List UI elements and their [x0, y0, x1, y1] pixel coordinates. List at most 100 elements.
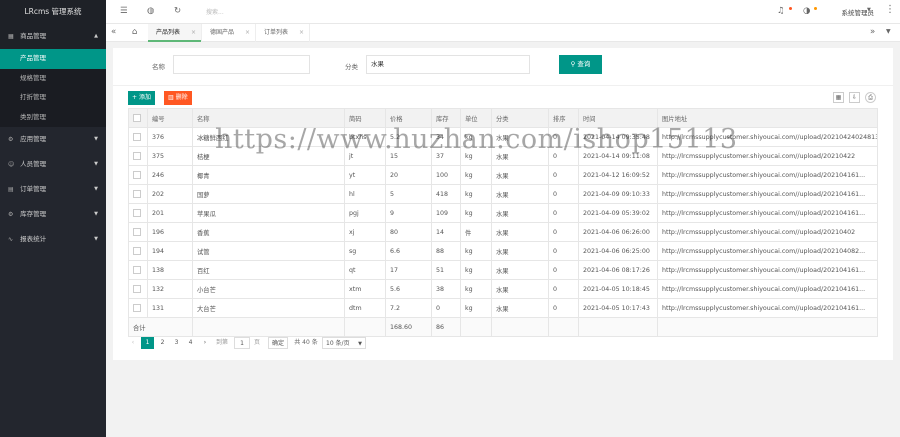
row-select-cell[interactable] [128, 241, 148, 261]
sidebar-item-product-manage[interactable]: 产品管理 [0, 49, 106, 69]
cell-image-url: http://lrcmssupplycustomer.shiyoucai.com… [657, 146, 878, 166]
more-icon[interactable]: ⋮ [885, 4, 895, 15]
close-icon[interactable]: × [245, 24, 250, 42]
row-select-cell[interactable] [128, 184, 148, 204]
checkbox[interactable] [133, 209, 141, 217]
sidebar-group-products[interactable]: ▦ 商品管理 ▲ [0, 24, 106, 49]
sidebar-group-reports[interactable]: ∿ 报表统计 ▼ [0, 227, 106, 252]
sidebar-item-spec-manage[interactable]: 规格管理 [0, 69, 106, 89]
row-select-cell[interactable] [128, 298, 148, 318]
close-icon[interactable]: × [191, 24, 196, 42]
page-3[interactable]: 3 [170, 337, 183, 349]
column-header[interactable]: 图片地址 [657, 108, 878, 128]
cell-stock: 14 [431, 222, 461, 242]
next-page-icon[interactable]: › [200, 337, 210, 349]
table-row[interactable]: 202 国萝 hl 5 418 kg 水果 0 2021-04-09 09:10:33 http:… [128, 184, 878, 204]
column-header[interactable]: 分类 [491, 108, 549, 128]
table-row[interactable]: 138 百红 qt 17 51 kg 水果 0 2021-04-06 08:17:26 http:… [128, 260, 878, 280]
select-all-cell[interactable] [128, 108, 148, 128]
refresh-icon[interactable]: ↻ [174, 6, 181, 16]
cell-code: sg [344, 241, 386, 261]
page-2[interactable]: 2 [156, 337, 169, 349]
row-select-cell[interactable] [128, 260, 148, 280]
delete-button[interactable]: ▥ 删除 [164, 91, 192, 105]
sidebar-group-users[interactable]: ☺ 人员管理 ▼ [0, 152, 106, 177]
table-row[interactable]: 246 椰青 yt 20 100 kg 水果 0 2021-04-12 16:09:52 http… [128, 165, 878, 185]
search-input[interactable]: 搜索... [206, 7, 224, 16]
table-row[interactable]: 196 香蕉 xj 80 14 件水果 0 2021-04-06 06:26:00 http:/… [128, 222, 878, 242]
chevron-up-icon: ▲ [94, 33, 98, 39]
caret-down-icon[interactable]: ▼ [867, 7, 871, 13]
export-icon[interactable]: ⇩ [849, 92, 860, 103]
tab-order-list[interactable]: 订单列表 × [256, 24, 310, 42]
page-1[interactable]: 1 [141, 337, 154, 349]
sidebar-item-category-manage[interactable]: 类别管理 [0, 108, 106, 128]
column-header[interactable]: 编号 [147, 108, 193, 128]
sidebar-item-discount-manage[interactable]: 打折管理 [0, 88, 106, 108]
column-header[interactable]: 单位 [460, 108, 492, 128]
close-icon[interactable]: × [299, 24, 304, 42]
scroll-right-icon[interactable]: » [870, 27, 875, 37]
cell-id: 194 [147, 241, 193, 261]
delete-button-label: 删除 [175, 94, 188, 101]
goto-input[interactable]: 1 [234, 337, 250, 349]
checkbox[interactable] [133, 152, 141, 160]
row-select-cell[interactable] [128, 127, 148, 147]
checkbox[interactable] [133, 133, 141, 141]
table-row[interactable]: 375 桔梗 jt 15 37 kg 水果 0 2021-04-14 09:11:08 http:… [128, 146, 878, 166]
category-input[interactable]: 水果 [366, 55, 530, 74]
checkbox[interactable] [133, 114, 141, 122]
cell-category: 水果 [491, 165, 549, 185]
row-select-cell[interactable] [128, 165, 148, 185]
name-input[interactable] [173, 55, 310, 74]
column-header[interactable]: 库存 [431, 108, 461, 128]
columns-icon[interactable]: ▦ [833, 92, 844, 103]
prev-page-icon[interactable]: ‹ [128, 337, 138, 349]
table-row[interactable]: 131 大台芒 dtm 7.2 0 kg 水果 0 2021-04-05 10:17:43 htt… [128, 298, 878, 318]
cell-unit: kg [460, 127, 492, 147]
goto-confirm-button[interactable]: 确定 [268, 337, 288, 349]
checkbox[interactable] [133, 304, 141, 312]
checkbox[interactable] [133, 247, 141, 255]
search-button[interactable]: ⚲ 查询 [559, 55, 602, 74]
bell-icon[interactable]: ♫ [777, 6, 785, 16]
column-header[interactable]: 简码 [344, 108, 386, 128]
checkbox[interactable] [133, 266, 141, 274]
add-button[interactable]: + 添加 [128, 91, 155, 105]
sidebar-group-stock[interactable]: ⚙ 库存管理 ▼ [0, 202, 106, 227]
tabs-menu-icon[interactable]: ▼ [886, 28, 891, 35]
row-select-cell[interactable] [128, 146, 148, 166]
checkbox[interactable] [133, 190, 141, 198]
theme-icon[interactable]: ◑ [803, 6, 810, 16]
sidebar: LRcms 管理系统 ▦ 商品管理 ▲ 产品管理 规格管理 打折管理 类别管理 … [0, 0, 106, 437]
column-header[interactable]: 价格 [385, 108, 432, 128]
row-select-cell[interactable] [128, 203, 148, 223]
scroll-left-icon[interactable]: « [111, 27, 116, 37]
column-header[interactable]: 排序 [548, 108, 579, 128]
total-stock: 86 [431, 317, 461, 337]
column-header[interactable]: 时间 [578, 108, 658, 128]
row-select-cell[interactable] [128, 279, 148, 299]
cell-image-url: http://lrcmssupplycustomer.shiyoucai.com… [657, 298, 878, 318]
tab-german-products[interactable]: 德国产品 × [202, 24, 256, 42]
table-row[interactable]: 132 小台芒 xtm 5.6 38 kg 水果 0 2021-04-05 10:18:45 ht… [128, 279, 878, 299]
checkbox[interactable] [133, 171, 141, 179]
table-row[interactable]: 376 冰糖鲜西红 btxhs 5.2 34 kg 水果 0 2021-04-14 09:35:… [128, 127, 878, 147]
row-select-cell[interactable] [128, 222, 148, 242]
stock-icon: ⚙ [8, 211, 14, 218]
table-row[interactable]: 201 苹果瓜 pgj 9 109 kg 水果 0 2021-04-09 05:39:02 htt… [128, 203, 878, 223]
page-4[interactable]: 4 [184, 337, 197, 349]
home-icon[interactable]: ⌂ [132, 27, 137, 37]
table-body: 376 冰糖鲜西红 btxhs 5.2 34 kg 水果 0 2021-04-14 09:35:… [128, 127, 878, 318]
checkbox[interactable] [133, 228, 141, 236]
sidebar-group-apps[interactable]: ⚙ 应用管理 ▼ [0, 127, 106, 152]
tab-product-list[interactable]: 产品列表 × [148, 24, 202, 42]
globe-icon[interactable]: ◍ [147, 6, 154, 16]
checkbox[interactable] [133, 285, 141, 293]
table-row[interactable]: 194 试管 sg 6.6 88 kg 水果 0 2021-04-06 06:25:00 http… [128, 241, 878, 261]
page-size-select[interactable]: 10 条/页 ▼ [322, 337, 366, 349]
print-icon[interactable]: ⎙ [865, 92, 876, 103]
sidebar-group-orders[interactable]: ▤ 订单管理 ▼ [0, 177, 106, 202]
menu-toggle-icon[interactable]: ☰ [120, 6, 128, 16]
column-header[interactable]: 名称 [192, 108, 345, 128]
